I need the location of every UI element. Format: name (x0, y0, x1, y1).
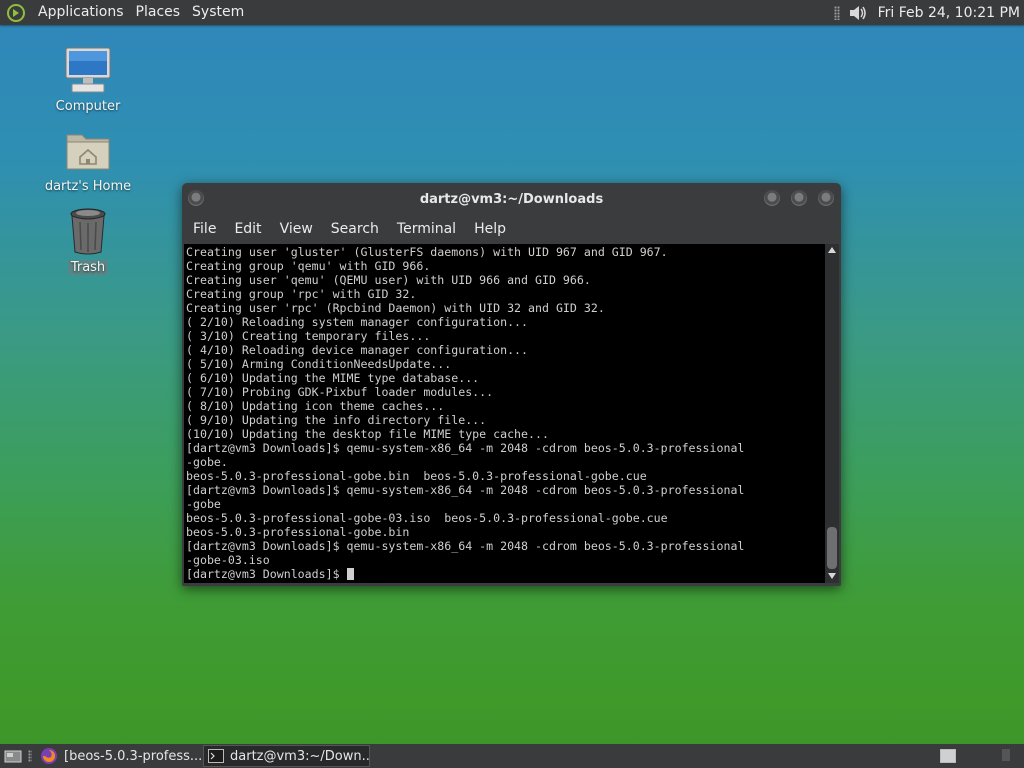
scroll-thumb[interactable] (827, 527, 837, 569)
minimize-button[interactable] (764, 190, 780, 206)
terminal-line: -gobe. (186, 455, 228, 469)
terminal-line: ( 7/10) Probing GDK-Pixbuf loader module… (186, 385, 494, 399)
desktop-icon-computer[interactable]: Computer (33, 45, 143, 114)
terminal-line: ( 4/10) Reloading device manager configu… (186, 343, 529, 357)
mate-logo-icon[interactable] (6, 3, 26, 23)
window-titlebar[interactable]: dartz@vm3:~/Downloads (182, 183, 841, 215)
terminal-line: ( 2/10) Reloading system manager configu… (186, 315, 529, 329)
menu-file[interactable]: File (184, 215, 225, 243)
show-desktop-icon[interactable] (4, 748, 22, 768)
terminal-line: ( 8/10) Updating icon theme caches... (186, 399, 445, 413)
terminal-line: [dartz@vm3 Downloads]$ qemu-system-x86_6… (186, 539, 745, 553)
top-panel: Applications Places System Fri Feb 24, 1… (0, 0, 1024, 25)
terminal-cursor (346, 568, 354, 580)
terminal-line: ( 5/10) Arming ConditionNeedsUpdate... (186, 357, 452, 371)
taskbar-item-label: dartz@vm3:~/Down... (230, 748, 370, 764)
panel-grip-icon (833, 5, 840, 20)
terminal-line: [dartz@vm3 Downloads]$ (186, 567, 825, 581)
terminal-menubar: File Edit View Search Terminal Help (182, 215, 841, 243)
system-menu[interactable]: System (186, 0, 250, 25)
desktop-icon-label: Trash (67, 260, 109, 275)
terminal-line: (10/10) Updating the desktop file MIME t… (186, 427, 549, 441)
menu-edit[interactable]: Edit (225, 215, 270, 243)
taskbar-item-terminal[interactable]: dartz@vm3:~/Down... (203, 745, 370, 767)
menu-search[interactable]: Search (322, 215, 388, 243)
terminal-line: beos-5.0.3-professional-gobe.bin (186, 525, 410, 539)
maximize-button[interactable] (791, 190, 807, 206)
terminal-line: -gobe (186, 497, 221, 511)
volume-icon[interactable] (848, 4, 868, 22)
trash-icon (33, 206, 143, 258)
desktop-icon-home[interactable]: dartz's Home (33, 127, 143, 194)
terminal-line: Creating user 'gluster' (GlusterFS daemo… (186, 245, 668, 259)
terminal-line: Creating group 'rpc' with GID 32. (186, 287, 417, 301)
terminal-line: ( 3/10) Creating temporary files... (186, 329, 431, 343)
menu-view[interactable]: View (271, 215, 322, 243)
workspace-switcher-2[interactable] (1002, 749, 1010, 761)
terminal-output[interactable]: Creating user 'gluster' (GlusterFS daemo… (184, 244, 825, 583)
terminal-line: -gobe-03.iso (186, 553, 270, 567)
terminal-line: Creating user 'rpc' (Rpcbind Daemon) wit… (186, 301, 605, 315)
terminal-line: ( 9/10) Updating the info directory file… (186, 413, 487, 427)
taskbar-item-firefox[interactable]: [beos-5.0.3-profess... (36, 745, 202, 767)
panel-grip-icon (28, 750, 32, 762)
applications-menu[interactable]: Applications (32, 0, 130, 25)
terminal-line: beos-5.0.3-professional-gobe.bin beos-5.… (186, 469, 647, 483)
taskbar-item-label: [beos-5.0.3-profess... (64, 748, 202, 764)
terminal-line: beos-5.0.3-professional-gobe-03.iso beos… (186, 511, 668, 525)
clock[interactable]: Fri Feb 24, 10:21 PM (872, 5, 1024, 21)
terminal-scrollbar[interactable] (825, 244, 839, 583)
computer-icon (33, 45, 143, 97)
menu-help[interactable]: Help (465, 215, 515, 243)
menu-terminal[interactable]: Terminal (388, 215, 465, 243)
terminal-icon (208, 749, 224, 763)
scroll-up-icon[interactable] (828, 247, 836, 253)
terminal-line: Creating user 'qemu' (QEMU user) with UI… (186, 273, 591, 287)
terminal-line: [dartz@vm3 Downloads]$ qemu-system-x86_6… (186, 483, 745, 497)
terminal-line: [dartz@vm3 Downloads]$ qemu-system-x86_6… (186, 441, 745, 455)
terminal-window: dartz@vm3:~/Downloads File Edit View Sea… (182, 183, 841, 586)
terminal-line: ( 6/10) Updating the MIME type database.… (186, 371, 480, 385)
scroll-down-icon[interactable] (828, 573, 836, 579)
terminal-lines: Creating user 'gluster' (GlusterFS daemo… (184, 244, 825, 581)
home-folder-icon (33, 127, 143, 177)
desktop-icon-label: dartz's Home (44, 179, 132, 194)
close-button[interactable] (818, 190, 834, 206)
terminal-line: Creating group 'qemu' with GID 966. (186, 259, 431, 273)
workspace-switcher-1[interactable] (940, 749, 956, 763)
top-panel-tray: Fri Feb 24, 10:21 PM (833, 0, 1024, 25)
window-title: dartz@vm3:~/Downloads (419, 192, 604, 207)
desktop-icon-trash[interactable]: Trash (33, 206, 143, 275)
bottom-panel: [beos-5.0.3-profess... dartz@vm3:~/Down.… (0, 744, 1024, 768)
desktop-icon-label: Computer (55, 99, 121, 114)
places-menu[interactable]: Places (130, 0, 187, 25)
firefox-icon (40, 747, 58, 765)
